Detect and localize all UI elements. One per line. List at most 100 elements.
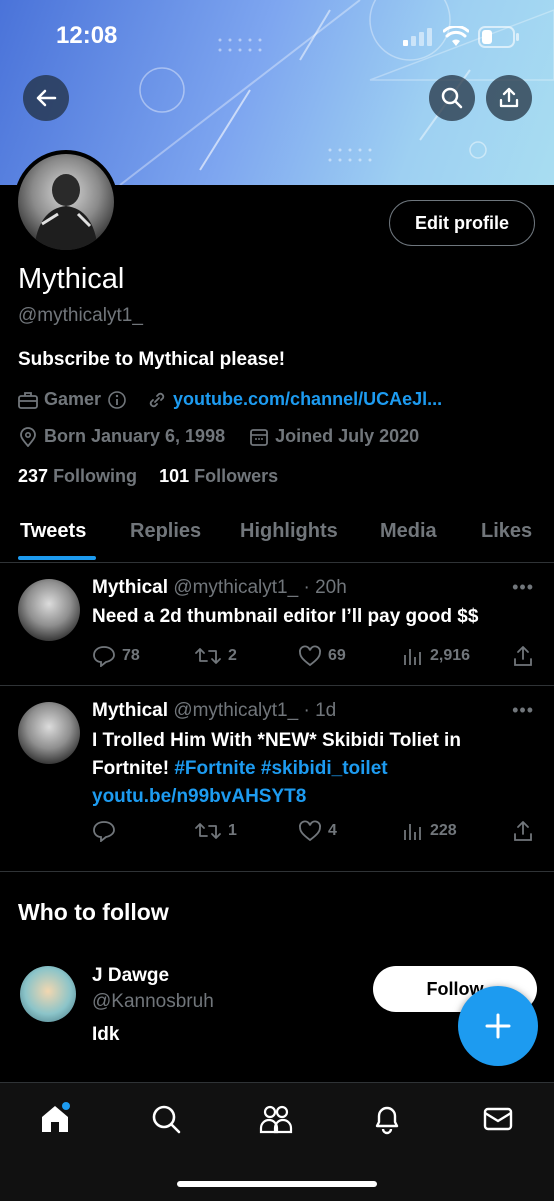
views-chart-icon [404,824,421,840]
tweet-header: Mythical @mythicalyt1_ · 1d [92,700,336,722]
follow-counts: 237 Following 101 Followers [18,466,278,487]
reply-icon [93,821,115,842]
tab-tweets[interactable]: Tweets [20,520,86,543]
nav-home[interactable] [37,1101,73,1137]
views-button[interactable]: 228 [402,820,457,842]
followers-label: Followers [194,466,279,486]
tweet-item[interactable]: Mythical @mythicalyt1_ · 1d ••• I Trolle… [0,686,554,872]
heart-icon [299,820,321,842]
followers-link[interactable]: 101 Followers [159,466,278,486]
retweet-icon [195,648,221,664]
location-icon [20,426,36,447]
search-icon [152,1105,181,1134]
more-options-icon[interactable]: ••• [512,700,534,721]
profile-handle: @mythicalyt1_ [18,305,143,326]
tweet-handle-time: @mythicalyt1_ · 20h [173,577,347,598]
avatar-figure [34,174,98,250]
suggested-user-handle: @Kannosbruh [92,991,214,1012]
share-button[interactable] [486,75,532,121]
share-tweet-button[interactable] [512,820,534,842]
nav-communities[interactable] [258,1101,294,1137]
tab-highlights[interactable]: Highlights [240,520,338,543]
heart-icon [299,645,321,667]
reply-count: 78 [122,647,140,664]
tweet-url-link[interactable]: youtu.be/n99bvAHSYT8 [92,786,306,807]
who-to-follow-title: Who to follow [18,899,169,925]
hashtag-link[interactable]: #skibidi_toilet [261,758,388,779]
status-bar: 12:08 [0,0,554,60]
cellular-signal-icon [403,28,432,46]
home-indicator [177,1181,377,1187]
profile-dates: Born January 6, 1998 Joined July 2020 [18,426,419,447]
plus-icon [485,1013,511,1039]
info-icon[interactable] [107,390,127,410]
tweet-text: I Trolled Him With *NEW* Skibidi Toliet … [92,727,542,811]
following-link[interactable]: 237 Following [18,466,137,486]
views-chart-icon [404,649,421,665]
tweet-author-name: Mythical [92,577,169,598]
status-time: 12:08 [56,22,118,49]
share-icon [499,87,519,108]
profile-name: Mythical [18,263,125,295]
home-icon [42,1102,70,1132]
arrow-left-icon [36,89,57,107]
retweet-button[interactable]: 1 [194,820,237,842]
share-icon [514,821,532,841]
suggested-user-name: J Dawge [92,965,170,986]
view-count: 228 [430,822,457,839]
retweet-count: 2 [228,647,237,664]
reply-button[interactable]: 78 [92,645,140,667]
tweet-item[interactable]: Mythical @mythicalyt1_ · 20h ••• Need a … [0,563,554,686]
nav-search[interactable] [148,1101,184,1137]
tweet-avatar[interactable] [18,702,80,764]
like-count: 4 [328,822,337,839]
profile-category: Gamer youtube.com/channel/UCAeJl... [18,389,442,410]
reply-icon [93,646,115,667]
views-button[interactable]: 2,916 [402,645,470,667]
following-count: 237 [18,466,49,486]
tab-replies[interactable]: Replies [130,520,201,543]
view-count: 2,916 [430,647,471,664]
following-label: Following [53,466,138,486]
profile-website-link[interactable]: youtube.com/channel/UCAeJl... [173,389,442,410]
search-button[interactable] [429,75,475,121]
back-button[interactable] [23,75,69,121]
more-options-icon[interactable]: ••• [512,577,534,598]
profile-avatar[interactable] [14,150,118,254]
like-button[interactable]: 69 [298,645,346,667]
nav-messages[interactable] [480,1101,516,1137]
tweet-author-name: Mythical [92,700,169,721]
profile-tabs: Tweets Replies Highlights Media Likes [0,506,554,563]
edit-profile-button[interactable]: Edit profile [389,200,535,246]
tweet-avatar[interactable] [18,579,80,641]
communities-icon [259,1105,293,1134]
link-icon [149,392,165,407]
bell-icon [375,1106,399,1135]
like-button[interactable]: 4 [298,820,337,842]
suggested-user-avatar[interactable] [20,966,76,1022]
joined-date: Joined July 2020 [275,426,420,446]
nav-notifications[interactable] [369,1101,405,1137]
tweet-handle-time: @mythicalyt1_ · 1d [173,700,337,721]
tab-media[interactable]: Media [380,520,437,543]
suggested-user-bio: Idk [92,1024,120,1045]
hashtag-link[interactable]: #Fortnite [174,758,255,779]
share-icon [514,646,532,666]
calendar-icon [250,428,268,446]
birth-date: Born January 6, 1998 [44,426,226,446]
wifi-icon [443,26,469,46]
tab-likes[interactable]: Likes [481,520,532,543]
category-label: Gamer [44,389,102,409]
retweet-button[interactable]: 2 [194,645,237,667]
compose-tweet-button[interactable] [458,986,538,1066]
retweet-icon [195,823,221,839]
briefcase-icon [18,391,38,409]
reply-button[interactable] [92,820,122,842]
share-tweet-button[interactable] [512,645,534,667]
profile-bio: Subscribe to Mythical please! [18,349,286,370]
search-icon [441,87,463,109]
envelope-icon [483,1107,513,1131]
tweet-header: Mythical @mythicalyt1_ · 20h [92,577,347,599]
like-count: 69 [328,647,346,664]
tweet-text: Need a 2d thumbnail editor I’ll pay good… [92,606,479,627]
